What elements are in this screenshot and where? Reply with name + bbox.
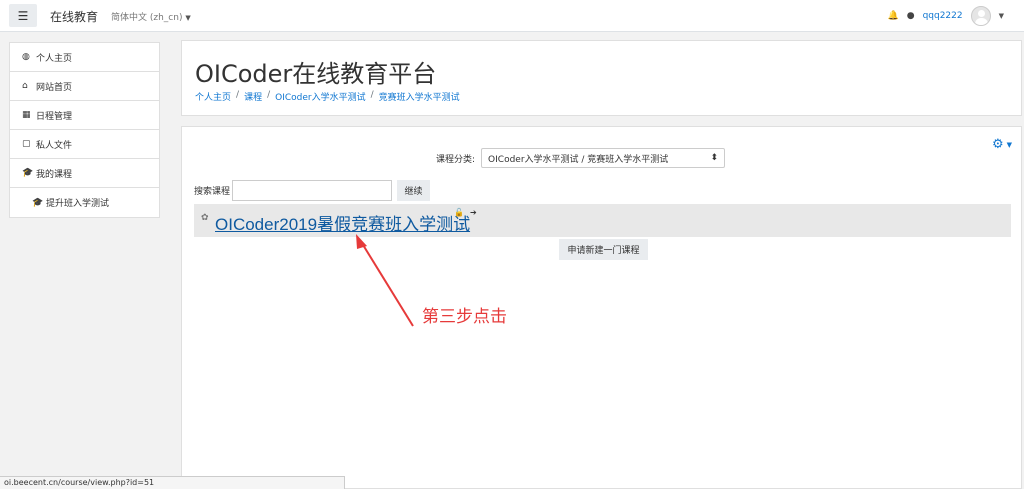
course-search: 搜索课程 继续 xyxy=(194,180,431,201)
site-name[interactable]: 在线教育 xyxy=(50,8,98,25)
sidebar-item-home[interactable]: ⌂ 网站首页 xyxy=(10,72,159,101)
nav-drawer: ◍ 个人主页 ⌂ 网站首页 ▦ 日程管理 ▢ 私人文件 🎓 我的课程 🎓 提升班… xyxy=(0,33,170,489)
sidebar-item-label: 私人文件 xyxy=(36,140,73,151)
bell-icon[interactable]: 🔔 xyxy=(887,11,898,21)
drawer-toggle-button[interactable]: ☰ xyxy=(9,4,37,27)
language-menu[interactable]: 简体中文 (zh_cn) ▼ xyxy=(111,10,191,23)
course-listing: ✿ OICoder2019暑假竞赛班入学测试 🔓 ➔ xyxy=(194,204,1011,237)
course-enrol-icons: 🔓 ➔ xyxy=(454,208,477,217)
settings-menu[interactable]: ⚙ ▼ xyxy=(992,137,1012,152)
sidebar-item-label: 日程管理 xyxy=(36,111,73,122)
sidebar-item-course[interactable]: 🎓 提升班入学测试 xyxy=(10,188,159,217)
course-link[interactable]: OICoder2019暑假竞赛班入学测试 xyxy=(215,210,470,235)
search-label: 搜索课程 xyxy=(194,187,231,197)
breadcrumb-separator: / xyxy=(370,90,374,100)
sidebar-item-label: 我的课程 xyxy=(36,169,73,180)
sidebar-item-calendar[interactable]: ▦ 日程管理 xyxy=(10,101,159,130)
page-title: OICoder在线教育平台 xyxy=(195,60,437,88)
category-value: OICoder入学水平测试 / 竞赛班入学水平测试 xyxy=(488,154,669,165)
category-label: 课程分类: xyxy=(436,154,476,165)
page-header: OICoder在线教育平台 个人主页 / 课程 / OICoder入学水平测试 … xyxy=(181,40,1022,116)
sidebar-item-dashboard[interactable]: ◍ 个人主页 xyxy=(10,43,159,72)
breadcrumb-item[interactable]: 竞赛班入学水平测试 xyxy=(379,90,460,103)
hamburger-icon: ☰ xyxy=(17,8,29,23)
status-bar-url: oi.beecent.cn/course/view.php?id=51 xyxy=(0,476,345,489)
breadcrumb-separator: / xyxy=(267,90,271,100)
home-icon: ⌂ xyxy=(22,81,28,91)
username[interactable]: qqq2222 xyxy=(923,11,963,21)
nav-block: ◍ 个人主页 ⌂ 网站首页 ▦ 日程管理 ▢ 私人文件 🎓 我的课程 🎓 提升班… xyxy=(9,42,160,218)
search-input[interactable] xyxy=(232,180,393,201)
sidebar-item-files[interactable]: ▢ 私人文件 xyxy=(10,130,159,159)
user-nav: 🔔 ● qqq2222 ▼ xyxy=(887,5,1004,27)
language-label: 简体中文 (zh_cn) xyxy=(111,13,183,23)
breadcrumb-item[interactable]: 课程 xyxy=(244,90,262,103)
search-button[interactable]: 继续 xyxy=(397,180,431,201)
annotation-text: 第三步点击 xyxy=(422,307,507,327)
unlock-icon: 🔓 xyxy=(454,208,464,217)
chat-icon[interactable]: ● xyxy=(907,11,915,21)
breadcrumb-separator: / xyxy=(236,90,240,100)
category-selector: 课程分类: OICoder入学水平测试 / 竞赛班入学水平测试 ⬍ xyxy=(436,148,726,168)
sidebar-item-label: 网站首页 xyxy=(36,82,73,93)
sidebar-item-label: 提升班入学测试 xyxy=(46,199,110,209)
chevron-down-icon[interactable]: ▼ xyxy=(999,12,1004,20)
category-select[interactable]: OICoder入学水平测试 / 竞赛班入学水平测试 ⬍ xyxy=(481,148,726,168)
breadcrumb: 个人主页 / 课程 / OICoder入学水平测试 / 竞赛班入学水平测试 xyxy=(195,90,460,103)
course-icon: ✿ xyxy=(201,213,209,223)
chevron-down-icon: ▼ xyxy=(1006,140,1012,149)
chevron-down-icon: ▼ xyxy=(185,14,191,22)
request-course-button[interactable]: 申请新建一门课程 xyxy=(559,239,648,260)
main-content: ⚙ ▼ 课程分类: OICoder入学水平测试 / 竞赛班入学水平测试 ⬍ 搜索… xyxy=(181,126,1022,489)
sidebar-item-label: 个人主页 xyxy=(36,53,73,64)
sign-in-icon: ➔ xyxy=(469,208,477,217)
calendar-icon: ▦ xyxy=(22,110,31,120)
select-arrows-icon: ⬍ xyxy=(710,153,719,163)
sidebar-item-my-courses[interactable]: 🎓 我的课程 xyxy=(10,159,159,188)
breadcrumb-item[interactable]: 个人主页 xyxy=(195,90,231,103)
breadcrumb-item[interactable]: OICoder入学水平测试 xyxy=(275,90,365,103)
graduation-cap-icon: 🎓 xyxy=(32,197,44,208)
gear-icon: ⚙ xyxy=(991,137,1004,152)
file-icon: ▢ xyxy=(22,139,31,149)
dashboard-icon: ◍ xyxy=(22,52,30,62)
avatar[interactable] xyxy=(970,6,991,26)
graduation-cap-icon: 🎓 xyxy=(22,168,34,178)
top-navbar: ☰ 在线教育 简体中文 (zh_cn) ▼ 🔔 ● qqq2222 ▼ xyxy=(0,0,1024,32)
